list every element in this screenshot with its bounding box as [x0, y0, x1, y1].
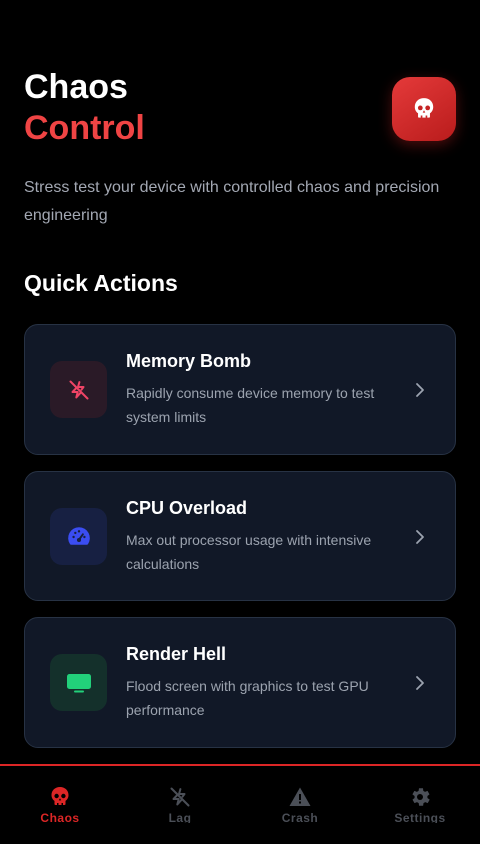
card-title: CPU Overload: [126, 498, 248, 518]
tab-label: Chaos: [40, 811, 80, 823]
tab-lag[interactable]: Lag: [120, 784, 240, 844]
warning-icon: [287, 784, 313, 810]
page-title-line1: Chaos: [24, 68, 128, 106]
skull-icon: [414, 98, 434, 118]
tab-label: Lag: [168, 811, 192, 823]
zap-off-icon: [69, 380, 88, 399]
tab-label: Settings: [394, 811, 446, 823]
card-icon-container: [50, 508, 107, 565]
action-card-memory-bomb[interactable]: Memory Bomb Rapidly consume device memor…: [24, 324, 456, 455]
section-title-quick-actions: Quick Actions: [24, 270, 178, 296]
gauge-icon: [67, 526, 90, 545]
app-logo: [392, 77, 456, 141]
action-card-render-hell[interactable]: Render Hell Flood screen with graphics t…: [24, 617, 456, 748]
tab-chaos[interactable]: Chaos: [0, 784, 120, 844]
card-title: Render Hell: [126, 644, 227, 664]
page-header: Chaos Control: [24, 66, 145, 149]
tab-crash[interactable]: Crash: [240, 784, 360, 844]
bottom-tab-bar: Chaos Lag Crash Settings: [0, 764, 480, 844]
card-icon-container: [50, 654, 107, 711]
gear-icon: [407, 784, 433, 810]
card-title: Memory Bomb: [126, 351, 252, 371]
tab-settings[interactable]: Settings: [360, 784, 480, 844]
card-icon-container: [50, 361, 107, 418]
tab-label: Crash: [281, 811, 319, 823]
chevron-right-icon: [416, 530, 424, 544]
skull-icon: [47, 784, 73, 810]
monitor-icon: [66, 673, 91, 692]
card-description: Rapidly consume device memory to test sy…: [126, 385, 375, 425]
chevron-right-icon: [416, 383, 424, 397]
card-description: Flood screen with graphics to test GPU p…: [126, 678, 369, 718]
card-description: Max out processor usage with intensive c…: [126, 532, 372, 572]
page-subtitle: Stress test your device with controlled …: [24, 179, 440, 224]
zap-off-icon: [167, 784, 193, 810]
action-card-cpu-overload[interactable]: CPU Overload Max out processor usage wit…: [24, 471, 456, 601]
page-title-line2: Control: [24, 109, 145, 147]
chevron-right-icon: [416, 676, 424, 690]
